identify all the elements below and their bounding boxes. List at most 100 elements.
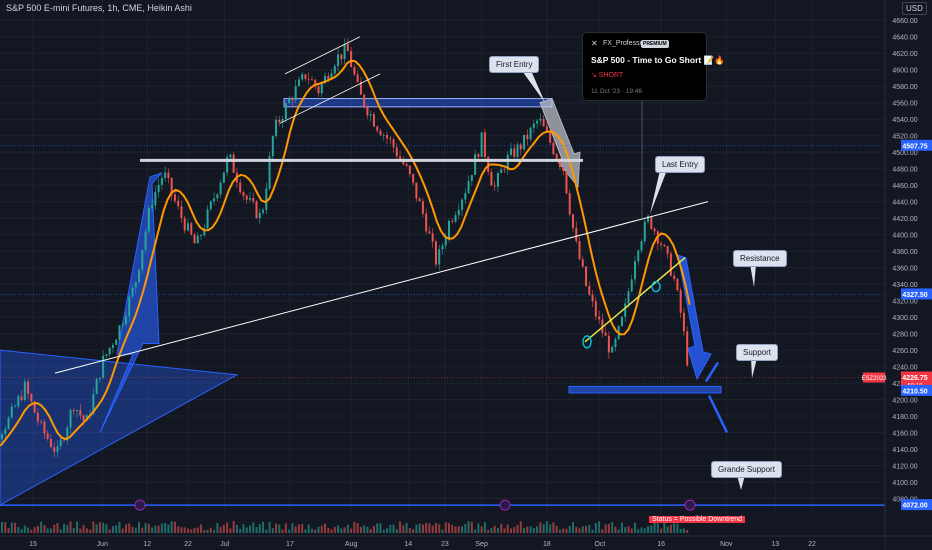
volume-bar (235, 524, 238, 533)
candle-body (186, 223, 189, 231)
candle-body (467, 180, 470, 194)
volume-bar (346, 524, 349, 533)
y-tick-label: 4480.00 (892, 167, 917, 174)
volume-bar (386, 528, 389, 533)
idea-title[interactable]: S&P 500 - Time to Go Short 📝🔥 (591, 55, 725, 66)
candle-body (633, 261, 636, 280)
volume-bar (617, 529, 620, 533)
first-entry-callout[interactable]: First Entry (489, 56, 540, 73)
candle-body (604, 332, 607, 336)
candle-body (301, 74, 304, 80)
candle-body (40, 421, 43, 423)
volume-bar (487, 529, 490, 533)
support-callout[interactable]: Support (736, 344, 779, 361)
callout-pointer (751, 358, 757, 378)
candle-body (516, 144, 519, 157)
volume-bar (523, 528, 526, 533)
volume-bar (503, 528, 506, 533)
candle-body (614, 338, 617, 348)
volume-bar (454, 526, 457, 533)
candle-body (408, 165, 411, 174)
volume-bar (516, 525, 519, 533)
candle-body (454, 215, 457, 222)
grande-support-callout[interactable]: Grande Support (711, 461, 782, 478)
volume-bar (180, 527, 183, 533)
candle-body (431, 233, 434, 242)
volume-bar (167, 524, 170, 533)
volume-bar (226, 522, 229, 533)
candle-body (562, 167, 565, 172)
x-tick-label: 16 (657, 541, 665, 548)
volume-bar (196, 527, 199, 533)
idea-card[interactable]: ✕ FX_Professor PREMIUM S&P 500 - Time to… (582, 32, 725, 101)
candle-body (353, 67, 356, 75)
candle-body (124, 316, 127, 324)
volume-bar (291, 523, 294, 533)
y-tick-label: 4420.00 (892, 216, 917, 223)
chart-canvas[interactable]: 4080.004100.004120.004140.004160.004180.… (0, 0, 932, 550)
volume-bar (262, 521, 265, 533)
volume-bar (102, 522, 105, 533)
volume-bar (40, 521, 43, 533)
candle-body (493, 185, 496, 187)
volume-bar (686, 529, 689, 533)
volume-bar (643, 528, 646, 533)
y-tick-label: 4600.00 (892, 68, 917, 75)
chart-title: S&P 500 E-mini Futures, 1h, CME, Heikin … (6, 3, 192, 13)
candle-body (56, 446, 59, 452)
volume-bar (4, 522, 7, 533)
last-entry-callout[interactable]: Last Entry (655, 156, 706, 173)
x-tick-label: 22 (808, 541, 816, 548)
volume-bar (92, 521, 95, 533)
candle-body (255, 201, 258, 219)
price-tag-label: 4507.75 (902, 143, 927, 150)
volume-bar (268, 521, 271, 533)
y-tick-label: 4340.00 (892, 282, 917, 289)
volume-bar (448, 523, 451, 533)
x-axis[interactable]: 15 Jun 12 22 Jul 17 Aug 14 23 Sep 18 Oct 16 Nov 13 22 (0, 535, 932, 550)
volume-bar (627, 526, 630, 533)
x-tick-label: Nov (720, 541, 733, 548)
volume-bar (76, 521, 79, 533)
volume-bar (314, 529, 317, 533)
candle-body (190, 223, 193, 235)
y-tick-label: 4300.00 (892, 315, 917, 322)
event-marker (134, 499, 146, 511)
volume-bar (395, 528, 398, 533)
volume-bar (565, 528, 568, 533)
x-tick-label: 13 (771, 541, 779, 548)
idea-author[interactable]: FX_Professor (603, 40, 646, 47)
candle-body (320, 83, 323, 94)
volume-bar (66, 524, 69, 533)
volume-bar (575, 526, 578, 533)
candle-body (154, 192, 157, 206)
candle-body (536, 120, 539, 124)
candle-body (500, 169, 503, 173)
candle-body (200, 235, 203, 236)
volume-bar (82, 525, 85, 533)
y-tick-label: 4100.00 (892, 480, 917, 487)
volume-bar (434, 523, 437, 533)
volume-bar (392, 524, 395, 533)
volume-bar (379, 523, 382, 533)
candle-body (363, 94, 366, 107)
volume-bar (183, 527, 186, 533)
volume-bar (10, 522, 13, 533)
candle-body (297, 79, 300, 87)
volume-bar (43, 524, 46, 533)
volume-bar (376, 523, 379, 533)
volume-bar (389, 524, 392, 533)
candle-body (565, 171, 568, 194)
candle-body (444, 238, 447, 246)
y-tick-label: 4620.00 (892, 51, 917, 58)
y-tick-label: 4380.00 (892, 249, 917, 256)
currency-button[interactable]: USD (902, 2, 927, 15)
x-tick-label: 12 (143, 541, 151, 548)
volume-bar (284, 523, 287, 533)
candle-body (480, 132, 483, 157)
volume-bar (382, 529, 385, 533)
candle-body (141, 249, 144, 270)
candle-body (441, 245, 444, 250)
resistance-callout[interactable]: Resistance (733, 250, 787, 267)
y-axis[interactable]: 4080.004100.004120.004140.004160.004180.… (861, 0, 932, 550)
